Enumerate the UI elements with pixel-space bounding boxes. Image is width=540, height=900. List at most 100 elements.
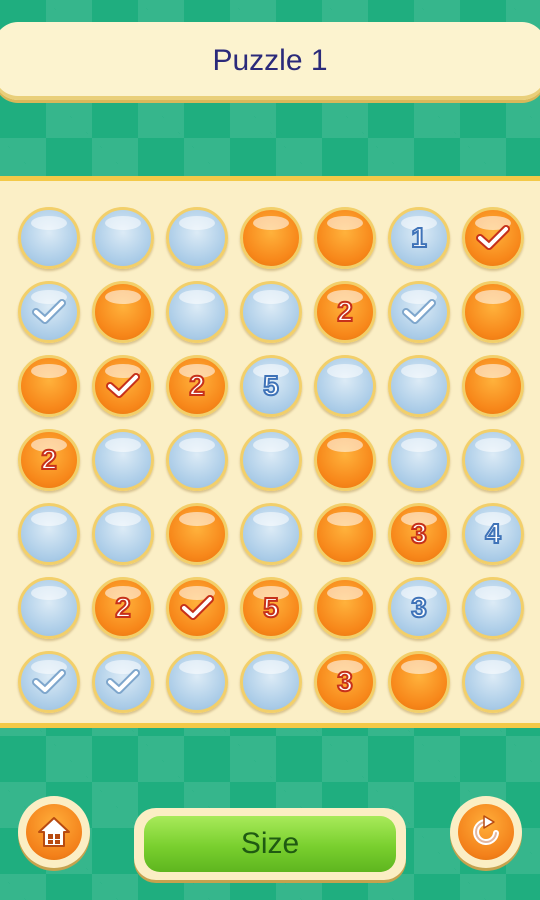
- grid-cell: [86, 201, 160, 275]
- grid-cell: [234, 645, 308, 719]
- check-icon: [180, 595, 214, 620]
- grid-cell: [382, 275, 456, 349]
- grid-cell: [234, 201, 308, 275]
- dot-number: 1: [410, 222, 428, 253]
- grid-cell: [12, 349, 86, 423]
- grid-cell: 3: [382, 497, 456, 571]
- orange-dot[interactable]: [314, 503, 376, 565]
- grid-cell: [160, 645, 234, 719]
- orange-dot[interactable]: 3: [314, 651, 376, 713]
- puzzle-title: Puzzle 1: [212, 44, 328, 77]
- orange-dot[interactable]: [314, 429, 376, 491]
- blue-dot[interactable]: [314, 355, 376, 417]
- grid-cell: 1: [382, 201, 456, 275]
- home-icon: [38, 817, 70, 847]
- orange-dot[interactable]: 5: [240, 577, 302, 639]
- grid-cell: [160, 571, 234, 645]
- grid-cell: [456, 349, 530, 423]
- orange-dot[interactable]: 2: [166, 355, 228, 417]
- blue-dot[interactable]: [18, 651, 80, 713]
- blue-dot[interactable]: [92, 207, 154, 269]
- grid-cell: [382, 645, 456, 719]
- blue-dot[interactable]: 3: [388, 577, 450, 639]
- check-icon: [476, 225, 510, 250]
- orange-dot[interactable]: [462, 281, 524, 343]
- grid-cell: [86, 423, 160, 497]
- blue-dot[interactable]: [18, 281, 80, 343]
- grid-cell: [160, 497, 234, 571]
- dot-number: 2: [188, 370, 206, 401]
- dot-grid: 1 2 2 5 2 3 4 2 5 3 3: [12, 201, 530, 719]
- blue-dot[interactable]: [18, 577, 80, 639]
- blue-dot[interactable]: [92, 429, 154, 491]
- blue-dot[interactable]: [388, 355, 450, 417]
- blue-dot[interactable]: [166, 429, 228, 491]
- orange-dot[interactable]: [92, 281, 154, 343]
- blue-dot[interactable]: [166, 651, 228, 713]
- blue-dot[interactable]: [18, 503, 80, 565]
- grid-cell: [160, 275, 234, 349]
- grid-cell: [456, 645, 530, 719]
- grid-cell: 3: [382, 571, 456, 645]
- orange-dot[interactable]: 3: [388, 503, 450, 565]
- grid-cell: 2: [308, 275, 382, 349]
- grid-cell: [308, 201, 382, 275]
- dot-number: 5: [262, 370, 280, 401]
- blue-dot[interactable]: [462, 577, 524, 639]
- grid-cell: [160, 423, 234, 497]
- orange-dot[interactable]: [462, 207, 524, 269]
- blue-dot[interactable]: [388, 281, 450, 343]
- dot-number: 3: [410, 518, 428, 549]
- orange-dot[interactable]: [166, 503, 228, 565]
- grid-cell: [308, 571, 382, 645]
- orange-dot[interactable]: [314, 577, 376, 639]
- dot-number: 4: [484, 518, 502, 549]
- dot-number: 2: [336, 296, 354, 327]
- grid-cell: 4: [456, 497, 530, 571]
- orange-dot[interactable]: [462, 355, 524, 417]
- title-banner: Puzzle 1: [0, 22, 540, 100]
- grid-cell: [12, 275, 86, 349]
- check-icon: [32, 299, 66, 324]
- blue-dot[interactable]: [18, 207, 80, 269]
- blue-dot[interactable]: 1: [388, 207, 450, 269]
- grid-cell: [456, 423, 530, 497]
- check-icon: [32, 669, 66, 694]
- check-icon: [106, 669, 140, 694]
- blue-dot[interactable]: [240, 429, 302, 491]
- dot-number: 2: [114, 592, 132, 623]
- grid-cell: [86, 275, 160, 349]
- grid-cell: 5: [234, 349, 308, 423]
- size-button-label: Size: [240, 827, 300, 860]
- grid-cell: 2: [86, 571, 160, 645]
- restart-icon: [473, 815, 499, 845]
- orange-dot[interactable]: 2: [92, 577, 154, 639]
- orange-dot[interactable]: [18, 355, 80, 417]
- orange-dot[interactable]: 2: [18, 429, 80, 491]
- orange-dot[interactable]: [388, 651, 450, 713]
- blue-dot[interactable]: 4: [462, 503, 524, 565]
- blue-dot[interactable]: [240, 281, 302, 343]
- orange-dot[interactable]: [240, 207, 302, 269]
- grid-cell: [12, 571, 86, 645]
- blue-dot[interactable]: [240, 503, 302, 565]
- blue-dot[interactable]: [92, 651, 154, 713]
- orange-dot[interactable]: 2: [314, 281, 376, 343]
- orange-dot[interactable]: [92, 355, 154, 417]
- blue-dot[interactable]: [240, 651, 302, 713]
- home-button[interactable]: [18, 796, 90, 868]
- grid-cell: [382, 349, 456, 423]
- orange-dot[interactable]: [166, 577, 228, 639]
- blue-dot[interactable]: [388, 429, 450, 491]
- grid-cell: [160, 201, 234, 275]
- blue-dot[interactable]: [462, 651, 524, 713]
- grid-cell: [308, 497, 382, 571]
- blue-dot[interactable]: [92, 503, 154, 565]
- orange-dot[interactable]: [314, 207, 376, 269]
- blue-dot[interactable]: 5: [240, 355, 302, 417]
- blue-dot[interactable]: [166, 207, 228, 269]
- blue-dot[interactable]: [166, 281, 228, 343]
- restart-button[interactable]: [450, 796, 522, 868]
- blue-dot[interactable]: [462, 429, 524, 491]
- size-button[interactable]: Size: [134, 808, 406, 880]
